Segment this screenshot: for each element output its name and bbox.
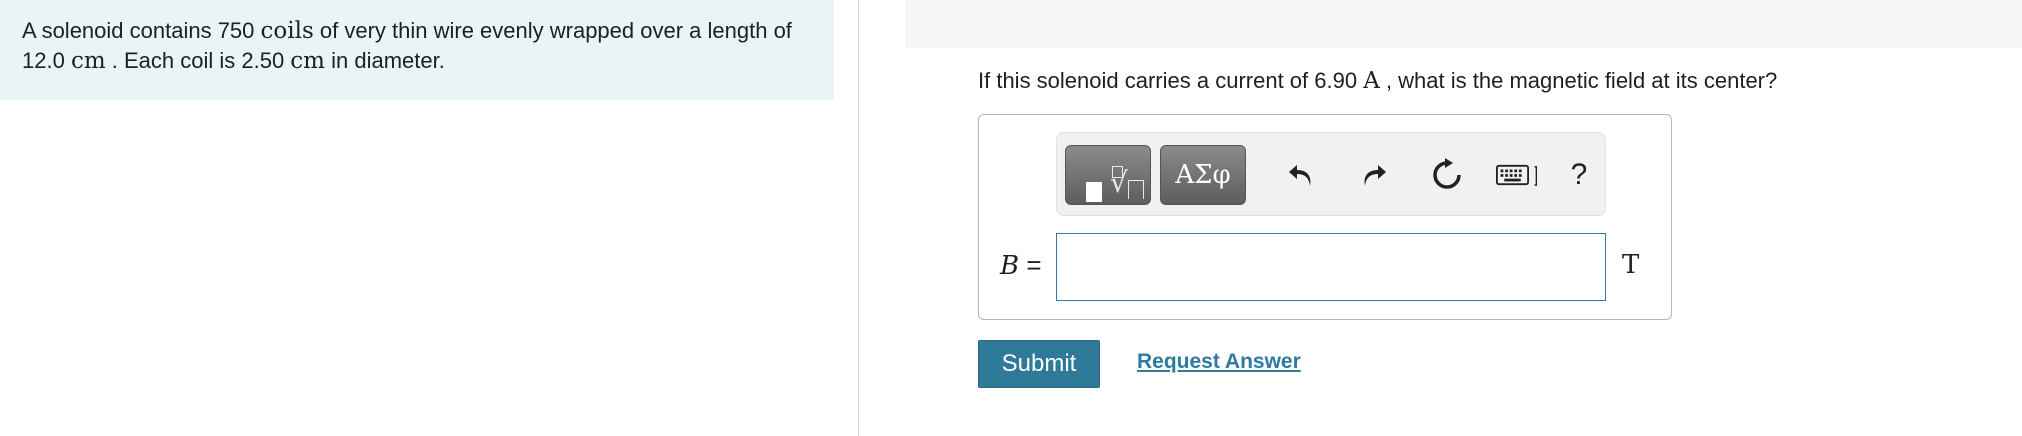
- answer-input[interactable]: [1056, 233, 1606, 301]
- problem-text-part: . Each coil is 2.50: [105, 48, 291, 73]
- help-button[interactable]: ?: [1557, 153, 1601, 197]
- submit-button[interactable]: Submit: [978, 340, 1100, 388]
- templates-button[interactable]: √: [1065, 145, 1151, 205]
- keyboard-icon: [1496, 164, 1538, 186]
- unit-cm: cm: [290, 48, 325, 74]
- question-text: If this solenoid carries a current of 6.…: [978, 66, 1777, 96]
- redo-icon: [1364, 165, 1386, 186]
- help-icon: ?: [1570, 158, 1588, 191]
- problem-text-part: in diameter.: [325, 48, 445, 73]
- page: A solenoid contains 750 coils of very th…: [0, 0, 2022, 436]
- undo-icon: [1289, 165, 1311, 186]
- unit-ampere: A: [1363, 68, 1380, 94]
- coils-term: coils: [260, 18, 314, 44]
- part-header-bar: [905, 0, 2022, 48]
- symbols-button[interactable]: ΑΣφ: [1160, 145, 1246, 205]
- redo-button[interactable]: [1352, 153, 1396, 197]
- problem-statement-panel: A solenoid contains 750 coils of very th…: [0, 0, 834, 100]
- question-text-part: , what is the magnetic field at its cent…: [1379, 68, 1778, 93]
- keyboard-button[interactable]: [1496, 153, 1540, 197]
- unit-cm: cm: [70, 48, 106, 74]
- answer-unit: T: [1622, 250, 1640, 280]
- request-answer-link[interactable]: Request Answer: [1137, 350, 1301, 374]
- equals-sign: =: [1019, 250, 1042, 280]
- question-text-part: If this solenoid carries a current of 6.…: [978, 68, 1364, 93]
- answer-variable-label: B =: [1000, 250, 1042, 281]
- symbols-icon: ΑΣφ: [1175, 160, 1231, 190]
- reset-button[interactable]: [1425, 153, 1469, 197]
- panel-divider: [858, 0, 859, 436]
- math-toolbar: √ ΑΣφ ?: [1056, 132, 1606, 216]
- problem-text-part: A solenoid contains 750: [22, 18, 261, 43]
- problem-text: A solenoid contains 750 coils of very th…: [22, 16, 802, 76]
- submit-button-label: Submit: [1001, 350, 1077, 377]
- variable-symbol: B: [1000, 251, 1020, 281]
- undo-button[interactable]: [1279, 153, 1323, 197]
- reset-icon: [1433, 158, 1461, 189]
